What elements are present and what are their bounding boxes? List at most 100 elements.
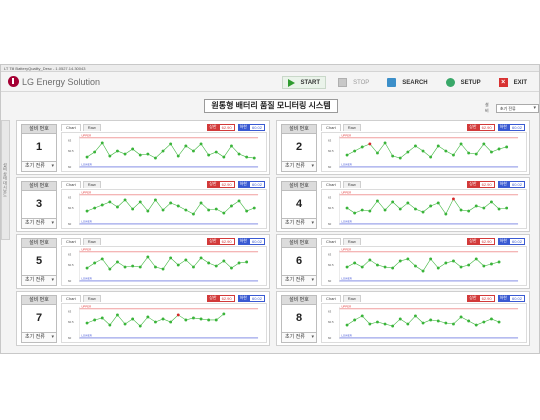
equipment-header: 설비 번호 bbox=[282, 239, 316, 248]
measure-select[interactable]: 초기 전류 bbox=[22, 332, 56, 342]
data-point bbox=[222, 259, 226, 263]
equipment-panel: 설비 번호 1 초기 전류 ChartRaw 상한62.90하한60.02 UPPER LO… bbox=[16, 120, 270, 175]
tab-chart[interactable]: Chart bbox=[61, 181, 81, 188]
equipment-number: 5 bbox=[35, 255, 43, 267]
lower-limit: 하한 60.02 bbox=[497, 181, 525, 188]
data-point bbox=[345, 323, 349, 327]
selector-dropdown[interactable]: 초기 전류 bbox=[495, 103, 539, 113]
data-point bbox=[414, 314, 417, 318]
app-window: LT Till BatteryQuality_Desc - 1.0527.14.… bbox=[0, 64, 540, 354]
tab-raw[interactable]: Raw bbox=[82, 181, 101, 188]
y-tick-label: 60 bbox=[328, 336, 332, 340]
data-point bbox=[459, 315, 463, 319]
tab-chart[interactable]: Chart bbox=[61, 124, 81, 131]
data-point bbox=[436, 319, 440, 323]
upper-limit-label: 상한 bbox=[207, 181, 219, 188]
y-tick-label: 60.5 bbox=[68, 149, 74, 153]
data-point bbox=[184, 318, 188, 322]
y-tick-label: 60 bbox=[328, 222, 332, 226]
data-point bbox=[138, 200, 142, 204]
measure-select[interactable]: 초기 전류 bbox=[282, 275, 316, 285]
lower-limit-value: 60.02 bbox=[508, 295, 525, 302]
measure-select[interactable]: 초기 전류 bbox=[282, 161, 316, 171]
tab-raw[interactable]: Raw bbox=[342, 295, 361, 302]
highlight-point bbox=[176, 313, 180, 317]
tab-raw[interactable]: Raw bbox=[342, 238, 361, 245]
tab-raw[interactable]: Raw bbox=[82, 295, 101, 302]
data-point bbox=[444, 321, 448, 325]
window-titlebar: LT Till BatteryQuality_Desc - 1.0527.14.… bbox=[1, 65, 539, 72]
lower-line-label: LOWER bbox=[341, 334, 351, 338]
data-point bbox=[146, 209, 150, 213]
data-point bbox=[85, 155, 89, 159]
lower-limit-value: 60.02 bbox=[248, 124, 265, 131]
tab-chart[interactable]: Chart bbox=[61, 238, 81, 245]
data-point bbox=[245, 260, 249, 264]
upper-line-label: UPPER bbox=[81, 133, 91, 137]
data-point bbox=[383, 141, 387, 145]
data-point bbox=[497, 207, 501, 211]
data-point bbox=[360, 208, 364, 212]
control-chart: UPPER LOWER 63 60.5 60 bbox=[321, 246, 527, 286]
data-point bbox=[161, 317, 165, 321]
data-point bbox=[490, 317, 493, 321]
search-button[interactable]: SEARCH bbox=[381, 76, 433, 89]
upper-limit: 상한 62.90 bbox=[467, 238, 495, 245]
tab-raw[interactable]: Raw bbox=[82, 124, 101, 131]
data-point bbox=[482, 320, 486, 324]
limit-readouts: 상한 62.90 하한 60.02 bbox=[204, 181, 265, 188]
data-point bbox=[199, 201, 203, 205]
y-tick-label: 60.5 bbox=[68, 263, 74, 267]
data-point bbox=[207, 318, 211, 322]
y-tick-label: 60.5 bbox=[328, 149, 334, 153]
data-point bbox=[192, 149, 195, 153]
equipment-box: 설비 번호 7 초기 전류 bbox=[21, 295, 57, 343]
logo: LG Energy Solution bbox=[8, 76, 100, 87]
data-point bbox=[360, 145, 364, 149]
control-chart: UPPER LOWER 63 60.5 60 bbox=[61, 132, 267, 172]
start-button[interactable]: START bbox=[281, 76, 327, 89]
data-point bbox=[245, 155, 249, 159]
data-point bbox=[237, 261, 241, 265]
tab-raw[interactable]: Raw bbox=[342, 181, 361, 188]
equipment-panel: 설비 번호 8 초기 전류 ChartRaw 상한62.90하한60.02 UPPER LO… bbox=[276, 291, 530, 346]
data-point bbox=[184, 144, 188, 148]
highlight-point bbox=[452, 197, 455, 201]
data-point bbox=[85, 209, 89, 213]
data-point bbox=[406, 322, 410, 326]
chart-panel: Chart Raw 상한 62.90 하한 60.02 UPPER LOWER 63 60.5 60 bbox=[61, 295, 267, 343]
chart-tabs: Chart Raw bbox=[321, 295, 363, 302]
exit-button[interactable]: × EXIT bbox=[493, 76, 533, 89]
data-point bbox=[93, 206, 97, 210]
side-tab[interactable]: 설비 상태 대시보드 bbox=[1, 120, 10, 240]
tab-raw[interactable]: Raw bbox=[342, 124, 361, 131]
measure-select[interactable]: 초기 전류 bbox=[22, 275, 56, 285]
data-point bbox=[123, 322, 127, 326]
y-tick-label: 63 bbox=[328, 196, 332, 200]
tab-raw[interactable]: Raw bbox=[82, 238, 101, 245]
measure-select[interactable]: 초기 전류 bbox=[282, 218, 316, 228]
setup-button[interactable]: SETUP bbox=[440, 76, 487, 89]
upper-limit-label: 상한 bbox=[467, 124, 479, 131]
tab-chart[interactable]: Chart bbox=[61, 295, 81, 302]
y-tick-label: 63 bbox=[68, 196, 72, 200]
tab-chart[interactable]: Chart bbox=[321, 238, 341, 245]
data-point bbox=[459, 208, 463, 212]
data-point bbox=[100, 257, 104, 261]
tab-chart[interactable]: Chart bbox=[321, 295, 341, 302]
equipment-panel: 설비 번호 3 초기 전류 ChartRaw 상한62.90하한60.02 UPPER LO… bbox=[16, 177, 270, 232]
measure-select[interactable]: 초기 전류 bbox=[282, 332, 316, 342]
data-point bbox=[146, 255, 150, 259]
chart-panel: Chart Raw 상한 62.90 하한 60.02 UPPER LOWER 63 60.5 60 bbox=[61, 124, 267, 172]
tab-chart[interactable]: Chart bbox=[321, 124, 341, 131]
measure-select[interactable]: 초기 전류 bbox=[22, 218, 56, 228]
data-point bbox=[345, 265, 349, 269]
data-point bbox=[383, 265, 387, 269]
y-tick-label: 60 bbox=[68, 165, 72, 169]
data-point bbox=[176, 204, 180, 208]
lower-line-label: LOWER bbox=[341, 277, 351, 281]
tab-chart[interactable]: Chart bbox=[321, 181, 341, 188]
stop-button[interactable]: STOP bbox=[332, 76, 375, 89]
measure-select[interactable]: 초기 전류 bbox=[22, 161, 56, 171]
data-point bbox=[230, 204, 233, 208]
